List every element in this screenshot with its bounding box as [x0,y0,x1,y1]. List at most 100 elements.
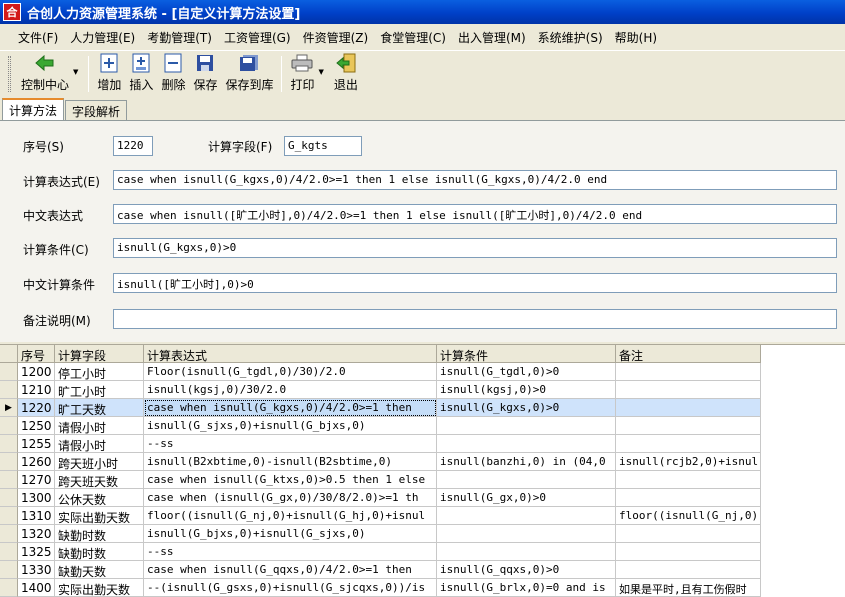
menu-help[interactable]: 帮助(H) [609,29,663,46]
col-header-remark[interactable]: 备注 [616,345,761,363]
menu-canteen[interactable]: 食堂管理(C) [374,29,452,46]
row-indicator[interactable] [0,417,18,435]
cell-condition[interactable]: isnull(G_tgdl,0)>0 [437,363,616,381]
seq-input[interactable]: 1220 [113,136,153,156]
row-indicator[interactable] [0,363,18,381]
table-row[interactable]: 1320 缺勤时数 isnull(G_bjxs,0)+isnull(G_sjxs,0… [0,525,761,543]
cell-condition[interactable] [437,471,616,489]
save-to-library-button[interactable]: 保存到库 [221,52,277,96]
row-indicator[interactable] [0,435,18,453]
cell-seq[interactable]: 1220 [18,399,55,417]
cell-expression[interactable]: Floor(isnull(G_tgdl,0)/30)/2.0 [144,363,437,381]
cell-seq[interactable]: 1210 [18,381,55,399]
insert-button[interactable]: 插入 [125,52,157,96]
cell-field[interactable]: 停工小时 [55,363,144,381]
cell-seq[interactable]: 1270 [18,471,55,489]
add-button[interactable]: 增加 [93,52,125,96]
cell-field[interactable]: 请假小时 [55,435,144,453]
cell-remark[interactable] [616,561,761,579]
cell-condition[interactable]: isnull(G_brlx,0)=0 and is [437,579,616,597]
cell-remark[interactable] [616,399,761,417]
cell-expression[interactable]: case when isnull(G_qqxs,0)/4/2.0>=1 then [144,561,437,579]
cell-remark[interactable]: isnull(rcjb2,0)+isnul [616,453,761,471]
menu-salary[interactable]: 工资管理(G) [218,29,297,46]
row-indicator[interactable] [0,453,18,471]
table-row[interactable]: 1250 请假小时 isnull(G_sjxs,0)+isnull(G_bjxs,0… [0,417,761,435]
row-indicator[interactable] [0,381,18,399]
cell-field[interactable]: 请假小时 [55,417,144,435]
menu-attendance[interactable]: 考勤管理(T) [141,29,218,46]
table-row[interactable]: 1400 实际出勤天数 --(isnull(G_gsxs,0)+isnull(G_s… [0,579,761,597]
cell-condition[interactable]: isnull(kgsj,0)>0 [437,381,616,399]
save-button[interactable]: 保存 [189,52,221,96]
cell-expression[interactable]: floor((isnull(G_nj,0)+isnull(G_hj,0)+isn… [144,507,437,525]
cell-field[interactable]: 公休天数 [55,489,144,507]
cell-expression[interactable]: isnull(B2xbtime,0)-isnull(B2sbtime,0) [144,453,437,471]
cell-condition[interactable] [437,417,616,435]
cell-seq[interactable]: 1325 [18,543,55,561]
cell-expression[interactable]: isnull(kgsj,0)/30/2.0 [144,381,437,399]
cell-remark[interactable] [616,435,761,453]
calc-condition-input[interactable]: isnull(G_kgxs,0)>0 [113,238,837,258]
table-row[interactable]: 1310 实际出勤天数 floor((isnull(G_nj,0)+isnull(G… [0,507,761,525]
col-header-condition[interactable]: 计算条件 [437,345,616,363]
cell-condition[interactable]: isnull(banzhi,0) in (04,0 [437,453,616,471]
calc-field-input[interactable]: G_kgts [284,136,362,156]
cell-field[interactable]: 实际出勤天数 [55,507,144,525]
cell-condition[interactable] [437,543,616,561]
calc-expression-input[interactable]: case when isnull(G_kgxs,0)/4/2.0>=1 then… [113,170,837,190]
table-row[interactable]: 1210 旷工小时 isnull(kgsj,0)/30/2.0 isnull(kgsj… [0,381,761,399]
row-indicator[interactable] [0,525,18,543]
cell-condition[interactable]: isnull(G_kgxs,0)>0 [437,399,616,417]
table-row[interactable]: ▶ 1220 旷工天数 case when isnull(G_kgxs,0)/4/2.… [0,399,761,417]
row-indicator[interactable] [0,543,18,561]
cell-remark[interactable] [616,489,761,507]
cell-field[interactable]: 缺勤时数 [55,543,144,561]
cell-remark[interactable] [616,363,761,381]
cell-seq[interactable]: 1200 [18,363,55,381]
row-indicator[interactable] [0,561,18,579]
cell-remark[interactable] [616,525,761,543]
col-header-seq[interactable]: 序号 [18,345,55,363]
menu-file[interactable]: 文件(F) [12,29,64,46]
cell-expression[interactable]: case when (isnull(G_gx,0)/30/8/2.0)>=1 t… [144,489,437,507]
control-center-dropdown-icon[interactable]: ▼ [73,68,78,76]
tab-field-parse[interactable]: 字段解析 [65,100,128,120]
table-row[interactable]: 1260 跨天班小时 isnull(B2xbtime,0)-isnull(B2sbt… [0,453,761,471]
cell-remark[interactable] [616,381,761,399]
cell-expression[interactable]: --(isnull(G_gsxs,0)+isnull(G_sjcqxs,0))/… [144,579,437,597]
row-indicator[interactable]: ▶ [0,399,18,417]
cell-remark[interactable] [616,543,761,561]
cell-field[interactable]: 旷工天数 [55,399,144,417]
cell-field[interactable]: 实际出勤天数 [55,579,144,597]
cell-expression[interactable]: case when isnull(G_ktxs,0)>0.5 then 1 el… [144,471,437,489]
cell-field[interactable]: 缺勤天数 [55,561,144,579]
cell-remark[interactable] [616,417,761,435]
table-row[interactable]: 1325 缺勤时数 --ss [0,543,761,561]
print-dropdown-icon[interactable]: ▼ [319,68,324,76]
table-row[interactable]: 1300 公休天数 case when (isnull(G_gx,0)/30/8/2… [0,489,761,507]
cell-seq[interactable]: 1255 [18,435,55,453]
exit-button[interactable]: 退出 [330,52,362,96]
cn-condition-input[interactable]: isnull([旷工小时],0)>0 [113,273,837,293]
print-button[interactable]: 打印 [286,52,318,96]
cell-expression[interactable]: case when isnull(G_kgxs,0)/4/2.0>=1 then [144,399,437,417]
table-row[interactable]: 1330 缺勤天数 case when isnull(G_qqxs,0)/4/2.0… [0,561,761,579]
cell-seq[interactable]: 1300 [18,489,55,507]
cell-remark[interactable]: floor((isnull(G_nj,0) [616,507,761,525]
col-header-expression[interactable]: 计算表达式 [144,345,437,363]
cell-condition[interactable] [437,525,616,543]
row-indicator[interactable] [0,507,18,525]
cell-expression[interactable]: --ss [144,435,437,453]
tab-calc-method[interactable]: 计算方法 [2,98,65,120]
cell-condition[interactable]: isnull(G_gx,0)>0 [437,489,616,507]
cell-seq[interactable]: 1260 [18,453,55,471]
cell-field[interactable]: 跨天班小时 [55,453,144,471]
app-icon[interactable]: 合 [3,3,21,21]
cn-expression-input[interactable]: case when isnull([旷工小时],0)/4/2.0>=1 then… [113,204,837,224]
cell-remark[interactable] [616,471,761,489]
table-row[interactable]: 1255 请假小时 --ss [0,435,761,453]
cell-seq[interactable]: 1310 [18,507,55,525]
cell-condition[interactable] [437,435,616,453]
menu-access[interactable]: 出入管理(M) [452,29,532,46]
